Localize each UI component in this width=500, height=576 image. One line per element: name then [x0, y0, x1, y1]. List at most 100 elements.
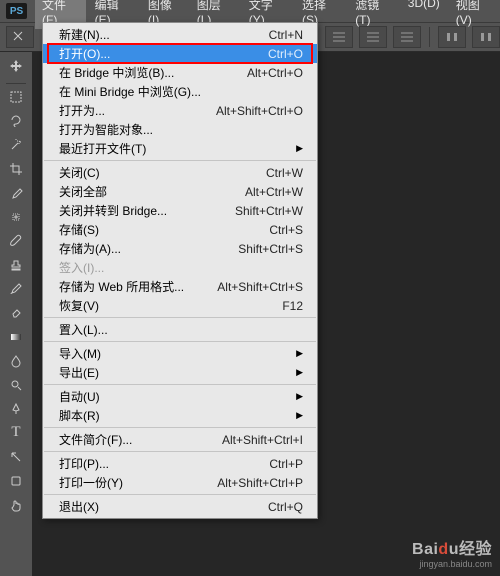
menu-item[interactable]: 存储(S)Ctrl+S: [43, 220, 317, 239]
menu-item-label: 自动(U): [59, 388, 290, 405]
menu-item[interactable]: 打开为...Alt+Shift+Ctrl+O: [43, 101, 317, 120]
gradient-tool-icon[interactable]: [4, 325, 28, 348]
menu-item[interactable]: 退出(X)Ctrl+Q: [43, 497, 317, 516]
menu-item-label: 存储为 Web 所用格式...: [59, 278, 217, 295]
menu-item-label: 关闭并转到 Bridge...: [59, 202, 235, 219]
menu-separator: [44, 384, 316, 385]
menu-3d[interactable]: 3D(D): [401, 0, 447, 29]
menu-item[interactable]: 置入(L)...: [43, 320, 317, 339]
menu-item[interactable]: 导出(E)▶: [43, 363, 317, 382]
menu-separator: [44, 341, 316, 342]
marquee-tool-icon[interactable]: [4, 85, 28, 108]
eyedropper-tool-icon[interactable]: [4, 181, 28, 204]
separator: [429, 27, 430, 47]
menu-item[interactable]: 打开为智能对象...: [43, 120, 317, 139]
menu-item-shortcut: Alt+Ctrl+W: [245, 185, 303, 199]
move-tool-icon[interactable]: [4, 54, 28, 77]
menu-item[interactable]: 导入(M) ▶: [43, 344, 317, 363]
align-icon[interactable]: [325, 26, 353, 48]
wand-tool-icon[interactable]: [4, 133, 28, 156]
menu-item-label: 关闭(C): [59, 164, 266, 181]
menu-item-shortcut: Alt+Shift+Ctrl+O: [216, 104, 303, 118]
type-tool-icon[interactable]: T: [4, 421, 28, 444]
submenu-arrow-icon: ▶: [296, 143, 303, 154]
brush-tool-icon[interactable]: [4, 229, 28, 252]
menu-item-label: 恢复(V): [59, 297, 282, 314]
menu-separator: [44, 160, 316, 161]
menu-item[interactable]: 在 Mini Bridge 中浏览(G)...: [43, 82, 317, 101]
align-icon[interactable]: [359, 26, 387, 48]
menu-view[interactable]: 视图(V): [449, 0, 500, 29]
menu-item[interactable]: 关闭并转到 Bridge...Shift+Ctrl+W: [43, 201, 317, 220]
menu-item[interactable]: 脚本(R) ▶: [43, 406, 317, 425]
watermark-suffix: 经验: [459, 541, 492, 558]
path-tool-icon[interactable]: [4, 445, 28, 468]
hand-tool-icon[interactable]: [4, 493, 28, 516]
menu-item-label: 打开(O)...: [59, 45, 268, 62]
eraser-tool-icon[interactable]: [4, 301, 28, 324]
shape-tool-icon[interactable]: [4, 469, 28, 492]
blur-tool-icon[interactable]: [4, 349, 28, 372]
watermark: Baidu经验 jingyan.baidu.com: [412, 540, 492, 570]
tool-preset-icon[interactable]: [6, 26, 34, 48]
submenu-arrow-icon: ▶: [296, 391, 303, 402]
menu-separator: [44, 317, 316, 318]
menu-item-label: 关闭全部: [59, 183, 245, 200]
crop-tool-icon[interactable]: [4, 157, 28, 180]
dodge-tool-icon[interactable]: [4, 373, 28, 396]
menu-item[interactable]: 文件简介(F)...Alt+Shift+Ctrl+I: [43, 430, 317, 449]
menu-item[interactable]: 打开(O)...Ctrl+O: [43, 44, 317, 63]
file-menu-dropdown: 新建(N)...Ctrl+N打开(O)...Ctrl+O在 Bridge 中浏览…: [42, 22, 318, 519]
submenu-arrow-icon: ▶: [296, 410, 303, 421]
distribute-icon[interactable]: [438, 26, 466, 48]
menu-separator: [44, 451, 316, 452]
history-brush-tool-icon[interactable]: [4, 277, 28, 300]
menu-item[interactable]: 打印(P)...Ctrl+P: [43, 454, 317, 473]
menu-item-label: 文件简介(F)...: [59, 431, 222, 448]
healing-tool-icon[interactable]: [4, 205, 28, 228]
menu-item-label: 存储为(A)...: [59, 240, 238, 257]
lasso-tool-icon[interactable]: [4, 109, 28, 132]
menu-item-shortcut: Shift+Ctrl+S: [238, 242, 303, 256]
watermark-brand: Bai: [412, 541, 438, 558]
menu-item[interactable]: 存储为(A)...Shift+Ctrl+S: [43, 239, 317, 258]
tool-panel: T: [0, 52, 32, 516]
menu-item[interactable]: 关闭(C)Ctrl+W: [43, 163, 317, 182]
menu-filter[interactable]: 滤镜(T): [348, 0, 399, 29]
menu-item[interactable]: 在 Bridge 中浏览(B)...Alt+Ctrl+O: [43, 63, 317, 82]
menu-item-label: 存储(S): [59, 221, 269, 238]
menu-item-label: 打印一份(Y): [59, 474, 217, 491]
menu-item-label: 新建(N)...: [59, 26, 269, 43]
menu-item[interactable]: 存储为 Web 所用格式...Alt+Shift+Ctrl+S: [43, 277, 317, 296]
menu-item[interactable]: 关闭全部Alt+Ctrl+W: [43, 182, 317, 201]
menu-item-label: 最近打开文件(T): [59, 140, 290, 157]
app-logo: PS: [6, 3, 27, 19]
menu-separator: [44, 494, 316, 495]
stamp-tool-icon[interactable]: [4, 253, 28, 276]
menu-item-label: 退出(X): [59, 498, 268, 515]
menu-item-shortcut: Alt+Shift+Ctrl+S: [217, 280, 303, 294]
menu-item-shortcut: Ctrl+Q: [268, 500, 303, 514]
menu-separator: [44, 427, 316, 428]
menu-item-label: 在 Mini Bridge 中浏览(G)...: [59, 83, 303, 100]
menu-item-label: 脚本(R): [59, 407, 290, 424]
menu-item-shortcut: Ctrl+O: [268, 47, 303, 61]
menu-item-shortcut: Ctrl+S: [269, 223, 303, 237]
submenu-arrow-icon: ▶: [296, 367, 303, 378]
menu-item-label: 在 Bridge 中浏览(B)...: [59, 64, 247, 81]
submenu-arrow-icon: ▶: [296, 348, 303, 359]
align-icon[interactable]: [393, 26, 421, 48]
menu-item-label: 打印(P)...: [59, 455, 269, 472]
pen-tool-icon[interactable]: [4, 397, 28, 420]
menu-item[interactable]: 新建(N)...Ctrl+N: [43, 25, 317, 44]
menu-item[interactable]: 恢复(V)F12: [43, 296, 317, 315]
distribute-icon[interactable]: [472, 26, 500, 48]
menu-item-shortcut: Ctrl+W: [266, 166, 303, 180]
menu-item[interactable]: 最近打开文件(T) ▶: [43, 139, 317, 158]
menu-item[interactable]: 自动(U) ▶: [43, 387, 317, 406]
menu-item-label: 置入(L)...: [59, 321, 303, 338]
menu-item-shortcut: Alt+Shift+Ctrl+I: [222, 433, 303, 447]
menu-item-label: 导入(M): [59, 345, 290, 362]
menu-item: 签入(I)...: [43, 258, 317, 277]
menu-item[interactable]: 打印一份(Y)Alt+Shift+Ctrl+P: [43, 473, 317, 492]
